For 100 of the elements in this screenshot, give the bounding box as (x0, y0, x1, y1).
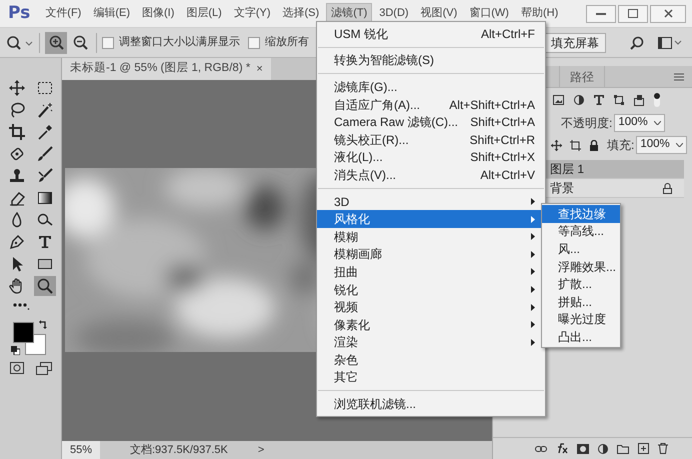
workspace-icon[interactable] (658, 36, 682, 48)
menu-item[interactable]: 其它 (317, 368, 545, 386)
filter-toggle-icon[interactable] (654, 93, 660, 107)
image-filter-icon[interactable] (553, 95, 564, 105)
link-icon[interactable] (535, 444, 547, 452)
submenu-item[interactable]: 凸出... (542, 328, 620, 346)
submenu-arrow-icon (531, 233, 535, 240)
submenu-arrow-icon (531, 338, 535, 346)
menu-item[interactable]: USM 锐化 Alt+Ctrl+F (317, 25, 545, 43)
quick-mask-icon[interactable] (10, 362, 24, 374)
shape-filter-icon[interactable] (614, 95, 624, 105)
lock-all-icon[interactable] (589, 140, 599, 150)
menu-item[interactable]: 扭曲 (317, 263, 545, 281)
submenu-item[interactable]: 曝光过度 (542, 310, 620, 328)
bandage-icon (8, 146, 24, 162)
fill-label: 填充: (607, 137, 634, 154)
crop-icon (8, 124, 24, 140)
folder-icon[interactable] (617, 444, 629, 454)
shortcut-label: Alt+Shift+Ctrl+A (449, 96, 535, 114)
menu-item[interactable]: 模糊 (317, 228, 545, 246)
shortcut-label: Shift+Ctrl+R (470, 132, 535, 149)
layer-name: 背景 (550, 180, 574, 197)
opacity-label: 不透明度: (561, 115, 612, 132)
adjustment-layer-icon[interactable] (598, 444, 608, 454)
color-swatches[interactable] (12, 322, 46, 355)
brush-icon (36, 146, 52, 162)
menu-item[interactable]: 图层(L) (181, 2, 227, 24)
tab-close[interactable]: × (256, 60, 263, 78)
menu-item[interactable]: 锐化 (317, 280, 545, 298)
menu-item[interactable]: 自适应广角(A)... Alt+Shift+Ctrl+A (317, 96, 545, 114)
zoom-in-icon (48, 35, 64, 50)
menu-item[interactable]: 视图(V) (416, 2, 462, 24)
submenu-item[interactable]: 查找边缘 (542, 205, 620, 223)
panel-menu-icon[interactable] (674, 72, 684, 80)
dodge-icon (36, 212, 52, 228)
menu-item[interactable]: 像素化 (317, 316, 545, 334)
menu-item[interactable]: 杂色 (317, 351, 545, 369)
effects-icon[interactable] (556, 443, 568, 454)
new-layer-icon[interactable] (638, 443, 649, 454)
swap-colors-icon[interactable] (38, 320, 48, 329)
trash-icon[interactable] (658, 443, 668, 454)
document-tab[interactable]: 未标题-1 @ 55% (图层 1, RGB/8) * × (62, 58, 271, 80)
submenu-item[interactable]: 拼贴... (542, 292, 620, 311)
menu-item[interactable]: 文件(F) (40, 2, 86, 24)
shortcut-label: Alt+Ctrl+F (480, 26, 535, 43)
lasso-icon (8, 102, 24, 118)
smart-object-filter-icon[interactable] (634, 94, 644, 106)
menu-item[interactable]: 文字(Y) (228, 2, 276, 24)
menu-item[interactable]: 滤镜库(G)... (317, 78, 545, 96)
submenu-item[interactable]: 风... (542, 240, 620, 258)
zoom-icon (36, 278, 52, 294)
menu-item[interactable]: 编辑(E) (88, 2, 135, 24)
submenu-item[interactable]: 浮雕效果... (542, 258, 620, 276)
checkbox[interactable] (248, 36, 260, 48)
menu-item[interactable]: 选择(S) (278, 2, 324, 24)
menu-item[interactable]: 转换为智能滤镜(S) (317, 52, 545, 70)
submenu-item[interactable]: 等高线... (542, 222, 620, 240)
zoom-tool-icon[interactable] (6, 34, 34, 50)
zoom-level-field[interactable]: 55% (62, 441, 100, 459)
search-icon[interactable] (630, 36, 644, 50)
close-button[interactable] (650, 4, 686, 22)
fill-screen-button[interactable]: 填充屏幕 (544, 32, 606, 52)
checkbox[interactable] (102, 36, 114, 48)
more-tools-icon[interactable] (12, 302, 30, 310)
submenu-item[interactable]: 扩散... (542, 275, 620, 293)
submenu-arrow-icon (531, 198, 535, 206)
submenu-arrow-icon (531, 250, 535, 258)
menu-item[interactable]: 视频 (317, 298, 545, 316)
lock-icon (663, 182, 672, 194)
maximize-button[interactable] (618, 4, 648, 22)
menu-item[interactable]: 帮助(H) (516, 2, 564, 24)
lock-position-icon[interactable] (551, 140, 562, 150)
checkbox-label: 调整窗口大小以满屏显示 (119, 34, 240, 50)
minimize-button[interactable] (586, 4, 616, 22)
screen-mode-icon[interactable] (36, 362, 52, 375)
adjustment-filter-icon[interactable] (574, 95, 584, 105)
type-filter-icon[interactable] (594, 95, 604, 105)
zoom-in-button[interactable] (45, 32, 67, 54)
menu-item[interactable]: 镜头校正(R)... Shift+Ctrl+R (317, 130, 545, 149)
mask-icon[interactable] (577, 444, 589, 454)
document-title: 未标题-1 @ 55% (图层 1, RGB/8) * (70, 60, 250, 76)
menu-item[interactable]: 3D(D) (374, 2, 414, 24)
menu-item[interactable]: Camera Raw 滤镜(C)... Shift+Ctrl+A (317, 113, 545, 131)
menu-item[interactable]: 图像(I) (137, 2, 180, 24)
lock-artboard-icon[interactable] (570, 140, 581, 150)
opacity-field[interactable]: 100% (614, 114, 665, 132)
fill-field[interactable]: 100% (636, 136, 687, 154)
tool-button[interactable] (34, 276, 56, 296)
stamp-icon (8, 168, 24, 184)
menu-item[interactable]: 渲染 (317, 334, 545, 352)
history-brush-icon (36, 168, 52, 184)
status-menu-arrow[interactable]: > (258, 442, 264, 458)
menu-item[interactable]: 模糊画廊 (317, 246, 545, 264)
gradient-icon (36, 190, 52, 206)
eyedropper-icon (36, 124, 52, 140)
caret-icon (654, 121, 661, 125)
menu-item[interactable]: 窗口(W) (464, 2, 514, 24)
menu-item[interactable]: 浏览联机滤镜... (317, 395, 545, 413)
move-icon (8, 80, 24, 96)
default-colors-icon[interactable] (10, 346, 20, 355)
